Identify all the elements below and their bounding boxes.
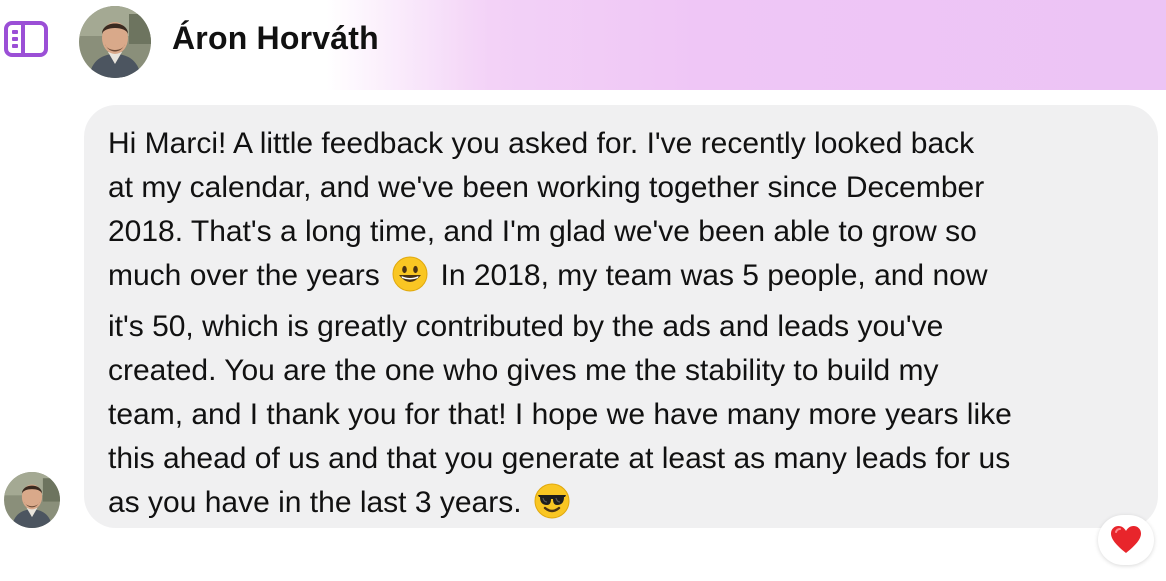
- message-line: at my calendar, and we've been working t…: [108, 171, 985, 204]
- sidebar-toggle-dash: [12, 44, 18, 48]
- sidebar-toggle-divider: [21, 25, 25, 53]
- contact-avatar[interactable]: [79, 6, 151, 78]
- contact-name[interactable]: Áron Horváth: [172, 20, 379, 57]
- message-text-segment: much over the years: [108, 259, 380, 292]
- sunglasses-face-emoji: [534, 483, 570, 532]
- sidebar-toggle-icon[interactable]: [4, 21, 48, 57]
- message-line: created. You are the one who gives me th…: [108, 354, 939, 387]
- message-line: 2018. That's a long time, and I'm glad w…: [108, 215, 977, 248]
- heart-reaction[interactable]: [1098, 515, 1154, 565]
- message-text-segment: as you have in the last 3 years.: [108, 486, 522, 519]
- message-line-with-emoji: as you have in the last 3 years.: [108, 481, 1148, 532]
- message-text-segment: In 2018, my team was 5 people, and now: [440, 259, 988, 292]
- chat-header: Áron Horváth: [0, 0, 1166, 90]
- message-line: it's 50, which is greatly contributed by…: [108, 310, 944, 343]
- message-line: this ahead of us and that you generate a…: [108, 442, 1011, 475]
- message-bubble[interactable]: Hi Marci! A little feedback you asked fo…: [84, 105, 1158, 528]
- sender-avatar[interactable]: [4, 472, 60, 528]
- sidebar-toggle-dash: [12, 30, 18, 34]
- smiling-face-emoji: [392, 256, 428, 305]
- red-heart-icon: [1111, 526, 1141, 553]
- sidebar-toggle-dash: [12, 37, 18, 41]
- message-line: Hi Marci! A little feedback you asked fo…: [108, 127, 975, 160]
- message-line: team, and I thank you for that! I hope w…: [108, 398, 1012, 431]
- message-line-with-emoji: much over the years In 2018, my team was…: [108, 254, 1148, 305]
